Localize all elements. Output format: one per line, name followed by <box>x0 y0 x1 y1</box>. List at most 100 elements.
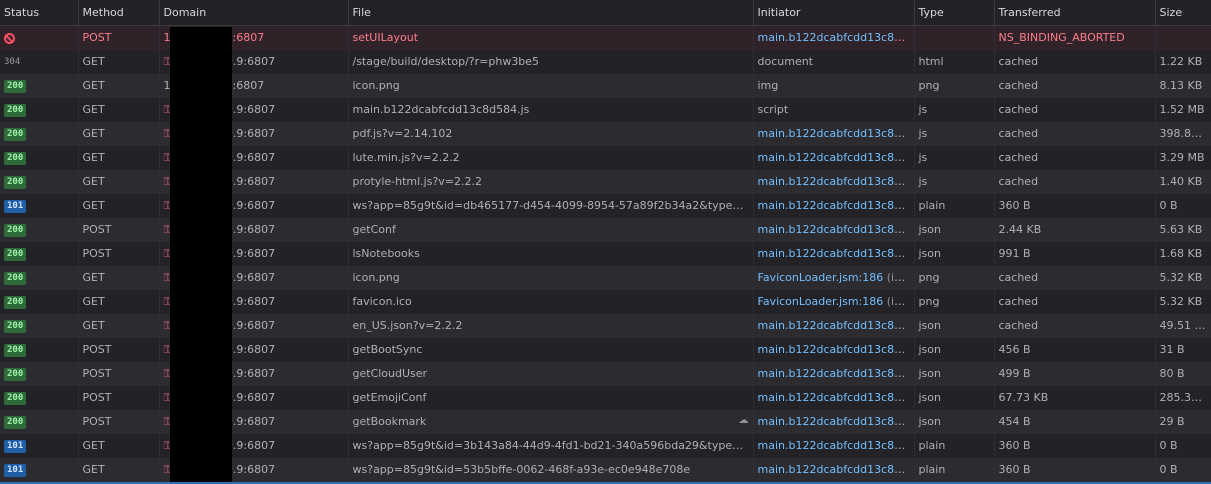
file-cell: getBookmark ☁ <box>348 409 754 434</box>
initiator-cell[interactable]: main.b122dcabfcdd13c8d5... <box>753 433 915 458</box>
size-cell: 5.63 KB <box>1155 217 1211 242</box>
status-badge: 200 <box>4 368 27 381</box>
domain-port: 0.9:6807 <box>225 246 276 260</box>
type-cell: json <box>914 409 995 434</box>
initiator-cell[interactable]: main.b122dcabfcdd13c8d5... <box>753 313 915 338</box>
column-header-initiator[interactable]: Initiator <box>753 0 915 26</box>
column-header-type[interactable]: Type <box>914 0 995 26</box>
size-cell: 29 B <box>1155 409 1211 434</box>
column-header-domain[interactable]: Domain <box>159 0 349 26</box>
domain-port: 0.9:6807 <box>225 342 276 356</box>
type-cell: js <box>914 97 995 122</box>
initiator-cell[interactable]: FaviconLoader.jsm:186 (img) <box>753 265 915 290</box>
transferred-cell: cached <box>994 265 1156 290</box>
status-badge: 101 <box>4 200 27 213</box>
transferred-cell: cached <box>994 289 1156 314</box>
initiator-cell[interactable]: FaviconLoader.jsm:186 (img) <box>753 289 915 314</box>
column-header-size[interactable]: Size <box>1155 0 1211 26</box>
initiator-link[interactable]: main.b122dcabfcdd13c8d5... <box>758 367 914 380</box>
initiator-cell[interactable]: main.b122dcabfcdd13c8d5... <box>753 121 915 146</box>
method-cell: GET <box>78 457 160 482</box>
initiator-link[interactable]: main.b122dcabfcdd13c8d5... <box>758 127 914 140</box>
method-cell: GET <box>78 313 160 338</box>
file-name: getBootSync <box>352 343 423 356</box>
size-cell: 5.32 KB <box>1155 265 1211 290</box>
domain-port: 0.9:6807 <box>225 270 276 284</box>
transferred-cell: cached <box>994 121 1156 146</box>
file-cell: getBootSync <box>348 337 754 362</box>
initiator-link[interactable]: main.b122dcabfcdd13c8d5... <box>758 319 914 332</box>
initiator-cell[interactable]: main.b122dcabfcdd13c8d5... <box>753 409 915 434</box>
file-name: favicon.ico <box>352 295 412 308</box>
initiator-cell[interactable]: main.b122dcabfcdd13c8d5... <box>753 145 915 170</box>
initiator-cell[interactable]: main.b122dcabfcdd13c8d5... <box>753 193 915 218</box>
column-header-method[interactable]: Method <box>78 0 160 26</box>
type-cell: png <box>914 265 995 290</box>
file-name: getConf <box>352 223 396 236</box>
file-name: pdf.js?v=2.14.102 <box>352 127 453 140</box>
initiator-cell[interactable]: main.b122dcabfcdd13c8d5... <box>753 337 915 362</box>
initiator-link[interactable]: main.b122dcabfcdd13c8d5... <box>758 391 914 404</box>
initiator-text: script <box>757 103 789 116</box>
method-cell: POST <box>78 385 160 410</box>
file-cell: en_US.json?v=2.2.2 <box>348 313 754 338</box>
initiator-cell[interactable]: main.b122dcabfcdd13c8d5... <box>753 457 915 482</box>
size-cell <box>1155 25 1211 50</box>
file-cell: getConf <box>348 217 754 242</box>
initiator-link[interactable]: main.b122dcabfcdd13c8d5... <box>758 463 914 476</box>
file-name: setUILayout <box>352 31 419 45</box>
method-cell: POST <box>78 241 160 266</box>
initiator-link[interactable]: main.b122dcabfcdd13c8d5... <box>758 151 914 164</box>
initiator-cell: document <box>753 49 915 74</box>
initiator-link[interactable]: main.b122dcabfcdd13c8d5... <box>758 199 914 212</box>
initiator-cell[interactable]: main.b122dcabfcdd13c8d5... <box>753 385 915 410</box>
method-cell: GET <box>78 169 160 194</box>
size-cell: 398.83... <box>1155 121 1211 146</box>
initiator-cell[interactable]: main.b122dcabfcdd13c8d5... <box>753 169 915 194</box>
size-cell: 1.68 KB <box>1155 241 1211 266</box>
column-header-status[interactable]: Status <box>0 0 79 26</box>
initiator-cell[interactable]: main.b122dcabfcdd13c8d5... <box>753 25 915 50</box>
initiator-cell[interactable]: main.b122dcabfcdd13c8d5... <box>753 361 915 386</box>
initiator-link[interactable]: main.b122dcabfcdd13c8d5... <box>758 31 914 44</box>
method-cell: POST <box>78 217 160 242</box>
initiator-link[interactable]: main.b122dcabfcdd13c8d5... <box>758 247 914 260</box>
transferred-cell: 360 B <box>994 457 1156 482</box>
file-cell: setUILayout <box>348 25 754 50</box>
type-cell: js <box>914 145 995 170</box>
size-cell: 1.52 MB <box>1155 97 1211 122</box>
status-badge: 200 <box>4 104 27 117</box>
file-cell: main.b122dcabfcdd13c8d584.js <box>348 97 754 122</box>
initiator-link[interactable]: main.b122dcabfcdd13c8d5... <box>758 415 914 428</box>
file-name: ws?app=85g9t&id=3b143a84-44d9-4fd1-bd21-… <box>352 439 753 452</box>
file-name: lsNotebooks <box>352 247 420 260</box>
initiator-link[interactable]: FaviconLoader.jsm:186 <box>758 271 884 284</box>
initiator-cell[interactable]: main.b122dcabfcdd13c8d5... <box>753 241 915 266</box>
initiator-link[interactable]: FaviconLoader.jsm:186 <box>758 295 884 308</box>
file-cell: ws?app=85g9t&id=53b5bffe-0062-468f-a93e-… <box>348 457 754 482</box>
status-cell <box>0 25 79 50</box>
initiator-cell[interactable]: main.b122dcabfcdd13c8d5... <box>753 217 915 242</box>
status-cell: 200 <box>0 217 79 242</box>
file-cell: protyle-html.js?v=2.2.2 <box>348 169 754 194</box>
initiator-link[interactable]: main.b122dcabfcdd13c8d5... <box>758 175 914 188</box>
status-cell: 200 <box>0 361 79 386</box>
transferred-cell: cached <box>994 169 1156 194</box>
domain-port: :6807 <box>232 79 265 92</box>
column-header-file[interactable]: File <box>348 0 754 26</box>
status-cell: 200 <box>0 313 79 338</box>
column-header-transferred[interactable]: Transferred <box>994 0 1156 26</box>
initiator-link[interactable]: main.b122dcabfcdd13c8d5... <box>758 439 914 452</box>
status-cell: 200 <box>0 121 79 146</box>
method-cell: GET <box>78 121 160 146</box>
type-cell: plain <box>914 193 995 218</box>
size-cell: 5.32 KB <box>1155 289 1211 314</box>
file-cell: icon.png <box>348 265 754 290</box>
size-cell: 0 B <box>1155 457 1211 482</box>
file-cell: lute.min.js?v=2.2.2 <box>348 145 754 170</box>
size-cell: 0 B <box>1155 193 1211 218</box>
initiator-link[interactable]: main.b122dcabfcdd13c8d5... <box>758 343 914 356</box>
initiator-link[interactable]: main.b122dcabfcdd13c8d5... <box>758 223 914 236</box>
status-badge: 200 <box>4 416 27 429</box>
domain-port: 0.9:6807 <box>225 294 276 308</box>
